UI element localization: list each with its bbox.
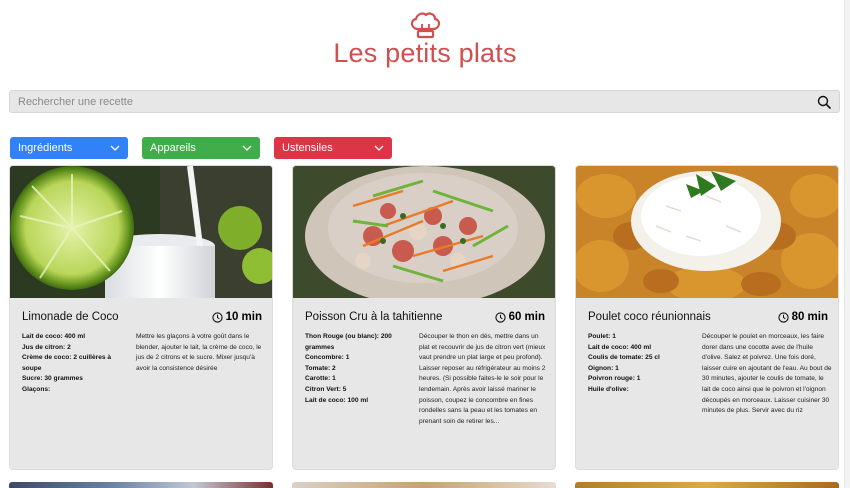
chef-hat-icon [410,12,441,39]
recipe-image-poulet [576,166,838,298]
recipe-description: Découper le thon en dés, mettre dans un … [419,333,546,425]
ingredient-list: Poulet: 1 Lait de coco: 400 ml Coulis de… [588,332,690,396]
page-title: Les petits plats [333,38,517,68]
search-input[interactable] [10,91,839,112]
ingredient-item: Thon Rouge (ou blanc): 200 grammes [305,333,392,351]
scrollbar-track[interactable] [844,0,850,488]
ingredient-item: Sucre: 30 grammes [22,375,83,383]
search-bar [9,90,840,113]
ingredient-item: Concombre: 1 [305,354,350,362]
recipe-image-poisson [293,166,555,298]
ingredient-item: Lait de coco: 100 ml [305,396,369,404]
recipe-card-next[interactable] [292,482,556,488]
search-icon[interactable] [817,95,831,109]
ingredient-item: Poivron rouge: 1 [588,375,641,383]
recipe-card[interactable]: Poulet coco réunionnais 80 min Poulet: 1… [575,165,839,470]
recipe-description: Découper le poulet en morceaux, les fair… [702,333,832,415]
recipe-card-next[interactable] [575,482,839,488]
ingredient-item: Crème de coco: 2 cuillères à soupe [22,354,112,372]
chevron-down-icon [242,145,252,151]
recipe-description: Mettre les glaçons à votre goût dans le … [136,333,262,372]
recipe-card[interactable]: Limonade de Coco 10 min Lait de coco: 40… [9,165,273,470]
ingredient-item: Citron Vert: 5 [305,385,347,393]
recipe-name: Limonade de Coco [22,311,119,323]
ingredient-list: Thon Rouge (ou blanc): 200 grammes Conco… [305,332,407,406]
chevron-down-icon [110,145,120,151]
clock-icon [777,311,789,323]
filter-appareils-dropdown[interactable]: Appareils [142,137,260,159]
recipe-image-limonade [10,166,272,298]
ingredient-item: Tomate: 2 [305,364,336,372]
recipe-time: 10 min [211,311,262,323]
filter-ustensiles-dropdown[interactable]: Ustensiles [274,137,392,159]
clock-icon [494,311,506,323]
filter-ingredients-dropdown[interactable]: Ingrédients [10,137,128,159]
ingredient-list: Lait de coco: 400 ml Jus de citron: 2 Cr… [22,332,124,396]
filter-ingredients-label: Ingrédients [18,142,73,154]
ingredient-item: Lait de coco: 400 ml [22,333,86,340]
recipe-time-value: 10 min [225,311,262,323]
recipe-card-next[interactable] [9,482,273,488]
recipe-name: Poulet coco réunionnais [588,311,711,323]
filter-appareils-label: Appareils [150,142,196,154]
recipe-time: 60 min [494,311,545,323]
filter-ustensiles-label: Ustensiles [282,142,333,154]
recipe-time: 80 min [777,311,828,323]
ingredient-item: Carotte: 1 [305,375,336,383]
ingredient-item: Oignon: 1 [588,364,619,372]
ingredient-item: Glaçons: [22,385,51,393]
ingredient-item: Huile d'olive: [588,385,629,393]
chevron-down-icon [374,145,384,151]
recipe-card[interactable]: Poisson Cru à la tahitienne 60 min Thon … [292,165,556,470]
ingredient-item: Poulet: 1 [588,333,616,340]
recipe-time-value: 80 min [791,311,828,323]
ingredient-item: Coulis de tomate: 25 cl [588,354,660,362]
recipe-time-value: 60 min [508,311,545,323]
ingredient-item: Jus de citron: 2 [22,343,71,351]
recipe-name: Poisson Cru à la tahitienne [305,311,443,323]
ingredient-item: Lait de coco: 400 ml [588,343,652,351]
clock-icon [211,311,223,323]
